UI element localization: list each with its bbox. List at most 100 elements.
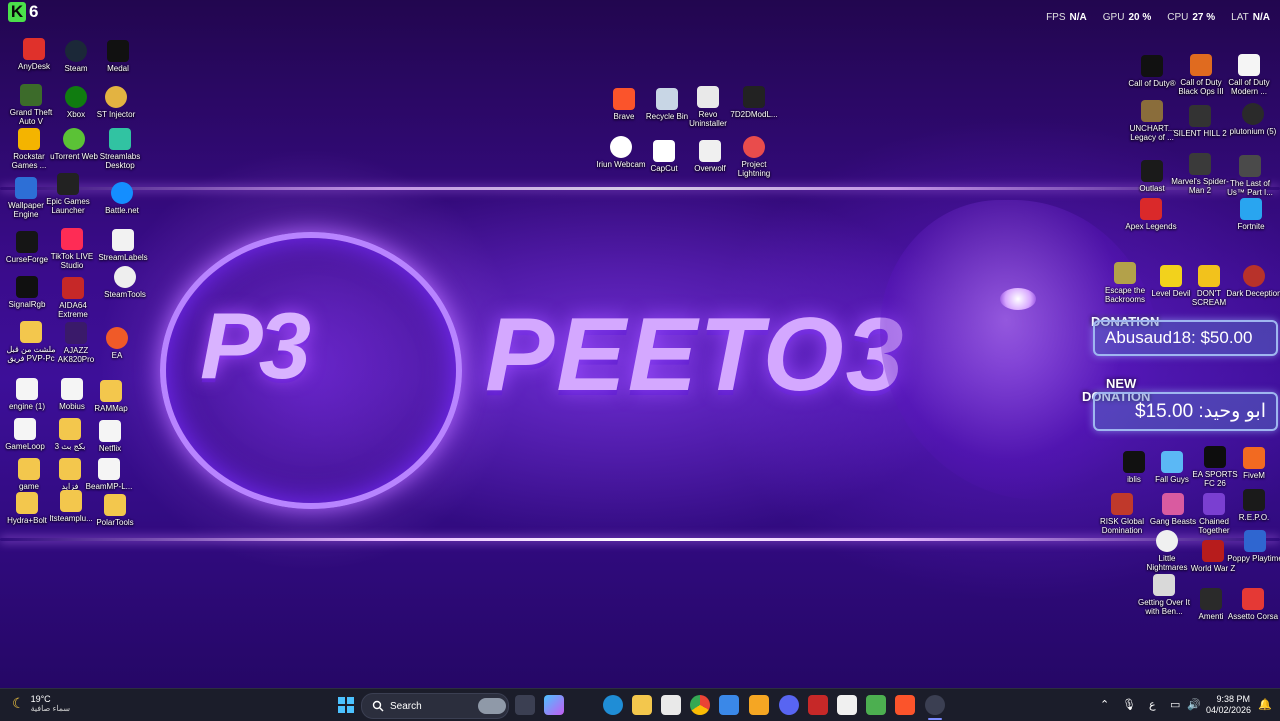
desktop-icon-cod-mw[interactable]: Call of Duty Modern ... <box>1220 54 1278 96</box>
desktop-icon-dark-deception[interactable]: Dark Deception <box>1225 265 1280 298</box>
desktop-icon-assetto-corsa[interactable]: Assetto Corsa <box>1224 588 1280 621</box>
file-icon <box>99 420 121 442</box>
mail-icon[interactable] <box>719 695 739 715</box>
medal-icon <box>107 40 129 62</box>
desktop-icon-7d2d[interactable]: 7D2DModL... <box>725 86 783 119</box>
desktop-icon-epic[interactable]: Epic Games Launcher <box>39 173 97 215</box>
hud-gpu: GPU 20 % <box>1102 12 1152 23</box>
obs-icon[interactable] <box>925 695 945 715</box>
repo-icon <box>1243 489 1265 511</box>
desktop-icon-streamlabels[interactable]: StreamLabels <box>94 229 152 262</box>
microphone-icon[interactable]: 🎙 <box>1122 698 1136 711</box>
streamlabs-icon <box>109 128 131 150</box>
folder-icon <box>100 380 122 402</box>
moon-icon: ☾ <box>12 695 25 711</box>
fivem-icon <box>1243 447 1265 469</box>
desktop-icon-battlenet[interactable]: Battle.net <box>93 182 151 215</box>
edge-icon[interactable] <box>603 695 623 715</box>
light-beam <box>0 538 1280 541</box>
desktop-icon-streamlabs[interactable]: Streamlabs Desktop <box>91 128 149 170</box>
desktop-icon-poppy-playtime[interactable]: Poppy Playtime <box>1226 530 1280 563</box>
overlay-logo: K 6 <box>8 2 38 22</box>
desktop-icon-risk[interactable]: RISK Global Domination <box>1093 493 1151 535</box>
desktop-icon-tiktok[interactable]: TikTok LIVE Studio <box>43 228 101 270</box>
injector-icon <box>105 86 127 108</box>
wallpaper-engine-icon <box>15 177 37 199</box>
overwolf-icon <box>699 140 721 162</box>
folder-icon <box>18 458 40 480</box>
plutonium-icon <box>1242 103 1264 125</box>
ajazz-icon <box>65 322 87 344</box>
start-button[interactable] <box>336 695 356 715</box>
revo-icon <box>697 86 719 108</box>
file-icon <box>61 378 83 400</box>
capcut-taskbar-icon[interactable] <box>837 695 857 715</box>
dark-deception-icon <box>1243 265 1265 287</box>
ea-icon <box>106 327 128 349</box>
apex-icon <box>1140 198 1162 220</box>
light-beam <box>0 187 1280 190</box>
weather-widget[interactable]: ☾ 19°C سماء صافية <box>12 694 70 713</box>
file-icon <box>1238 54 1260 76</box>
store-icon[interactable] <box>661 695 681 715</box>
chevron-up-icon[interactable]: ⌃ <box>1100 698 1109 711</box>
taskbar: ☾ 19°C سماء صافية ⌃ 🎙 ع ▭ 🔊 9:38 PM 04/0 <box>0 688 1280 721</box>
app-icon[interactable] <box>808 695 828 715</box>
folder-icon <box>20 321 42 343</box>
volume-icon[interactable]: 🔊 <box>1187 698 1201 711</box>
desktop-icon-netflix[interactable]: Netflix <box>81 420 139 453</box>
task-view-icon[interactable] <box>515 695 535 715</box>
amenti-icon <box>1200 588 1222 610</box>
network-icon[interactable]: ▭ <box>1170 698 1180 711</box>
desktop-icon-ea[interactable]: EA <box>88 327 146 360</box>
discord-icon[interactable] <box>779 695 799 715</box>
desktop-icon-fortnite[interactable]: Fortnite <box>1222 198 1280 231</box>
folder-icon <box>16 492 38 514</box>
file-icon <box>98 458 120 480</box>
taskbar-search[interactable] <box>361 693 509 719</box>
recycle-bin-icon <box>656 88 678 110</box>
anydesk-icon <box>23 38 45 60</box>
search-input[interactable] <box>388 699 478 713</box>
notification-icon[interactable]: 🔔 <box>1258 698 1272 711</box>
desktop-icon-plutonium[interactable]: plutonium (5) <box>1224 103 1280 136</box>
file-explorer-icon[interactable] <box>632 695 652 715</box>
folder-icon <box>60 490 82 512</box>
desktop-icon-medal[interactable]: Medal <box>89 40 147 73</box>
windows-icon <box>338 697 354 713</box>
mod-launcher-icon <box>743 86 765 108</box>
desktop-icon-silent-hill[interactable]: SILENT HILL 2 <box>1171 105 1229 138</box>
desktop-icon-repo[interactable]: R.E.P.O. <box>1225 489 1280 522</box>
file-icon <box>14 418 36 440</box>
desktop-icon-polartools[interactable]: PolarTools <box>86 494 144 527</box>
utorrent-icon <box>63 128 85 150</box>
desktop-icon-aida64[interactable]: AIDA64 Extreme <box>44 277 102 319</box>
steamtools-icon <box>114 266 136 288</box>
desktop-icon-steamtools[interactable]: SteamTools <box>96 266 154 299</box>
desktop-icon-rammap[interactable]: RAMMap <box>82 380 140 413</box>
aida64-icon <box>62 277 84 299</box>
hud-lat: LAT N/A <box>1231 12 1270 23</box>
copilot-icon[interactable] <box>544 695 564 715</box>
brave-taskbar-icon[interactable] <box>895 695 915 715</box>
desktop-icon-project-lightning[interactable]: Project Lightning <box>725 136 783 178</box>
cod-bo3-icon <box>1190 54 1212 76</box>
gta-icon <box>20 84 42 106</box>
donation-alert-2: ابو وحيد: 15.00$ <box>1093 392 1278 431</box>
chrome-icon[interactable] <box>690 695 710 715</box>
desktop-icon-st-injector[interactable]: ST Injector <box>87 86 145 119</box>
battlenet-icon <box>111 182 133 204</box>
overlay-logo-letter: K <box>8 2 26 22</box>
desktop-icon-last-of-us[interactable]: The Last of Us™ Part I... <box>1221 155 1279 197</box>
signalrgb-icon <box>16 276 38 298</box>
desktop-icon-apex[interactable]: Apex Legends <box>1122 198 1180 231</box>
minecraft-icon[interactable] <box>866 695 886 715</box>
folder-icon <box>104 494 126 516</box>
taskbar-clock[interactable]: 9:38 PM 04/02/2026 <box>1206 694 1251 716</box>
iblis-icon <box>1123 451 1145 473</box>
vlc-icon[interactable] <box>749 695 769 715</box>
silent-hill-icon <box>1189 105 1211 127</box>
desktop-icon-beammp[interactable]: BeamMP-L... <box>80 458 138 491</box>
desktop-icon-fivem[interactable]: FiveM <box>1225 447 1280 480</box>
language-indicator[interactable]: ع <box>1149 698 1156 711</box>
